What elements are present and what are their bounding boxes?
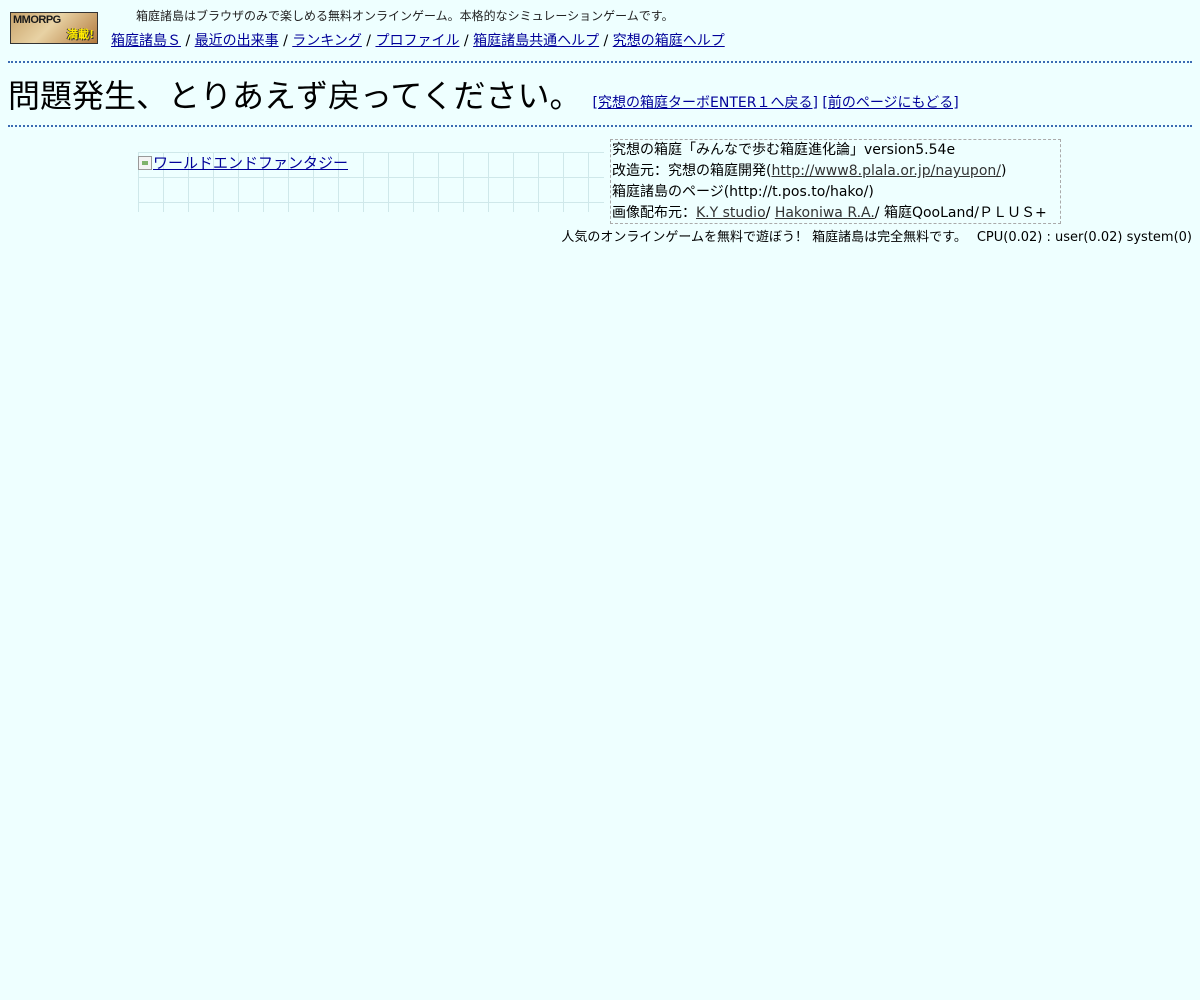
divider-top [8,61,1192,63]
nav-link-common-help[interactable]: 箱庭諸島共通ヘルプ [473,33,599,49]
credits-box: 究想の箱庭「みんなで歩む箱庭進化論」version5.54e 改造元：究想の箱庭… [610,139,1061,224]
back-to-turbo-link[interactable]: [究想の箱庭ターボENTER１へ戻る] [593,95,818,111]
footer: 人気のオンラインゲームを無料で遊ぼう！ 箱庭諸島は完全無料です。 CPU(0.02… [561,229,1192,247]
nav-separator: / [463,33,469,49]
error-heading: 問題発生、とりあえず戻ってください。 [究想の箱庭ターボENTER１へ戻る] [… [8,76,959,116]
credits-ky-studio-link[interactable]: K.Y studio [696,205,766,221]
ad-banner-alt-text: ワールドエンドファンタジー [153,154,349,172]
footer-cpu-stats: CPU(0.02) : user(0.02) system(0) [976,230,1192,245]
credits-hakoniwa-ra-link[interactable]: Hakoniwa R.A. [775,205,875,221]
banner-sub-text: 満載! [66,28,94,41]
credits-hako-page: 箱庭諸島のページ(http://t.pos.to/hako/) [612,184,874,200]
credits-image-separator: / [765,205,775,221]
nav-link-ranking[interactable]: ランキング [292,33,362,49]
site-tagline: 箱庭諸島はブラウザのみで楽しめる無料オンラインゲーム。本格的なシミュレーションゲ… [136,9,674,23]
credits-image-label: 画像配布元： [612,205,696,221]
credits-origin-label: 改造元：究想の箱庭開発( [612,163,772,179]
divider-bottom [8,125,1192,127]
footer-promo: 人気のオンラインゲームを無料で遊ぼう！ 箱庭諸島は完全無料です。 [561,230,967,245]
back-to-previous-link[interactable]: [前のページにもどる] [822,95,958,111]
credits-origin-link[interactable]: http://www8.plala.or.jp/nayupon/ [771,163,1001,179]
nav-separator: / [366,33,372,49]
nav-link-profile[interactable]: プロファイル [375,33,459,49]
nav-link-kyuso-help[interactable]: 究想の箱庭ヘルプ [613,33,725,49]
nav-separator: / [283,33,288,49]
ad-banner-link[interactable]: ワールドエンドファンタジー [138,152,348,174]
top-navigation: 箱庭諸島Ｓ / 最近の出来事 / ランキング / プロファイル / 箱庭諸島共通… [111,32,725,50]
credits-image-rest: / 箱庭QooLand/ＰＬＵＳ+ [874,205,1047,221]
broken-image-icon [138,156,152,170]
nav-link-hakoniwa-s[interactable]: 箱庭諸島Ｓ [111,33,181,49]
ad-banner-area: ワールドエンドファンタジー [138,152,604,212]
error-message: 問題発生、とりあえず戻ってください。 [8,77,582,115]
error-links: [究想の箱庭ターボENTER１へ戻る] [前のページにもどる] [593,95,959,111]
nav-separator: / [603,33,609,49]
nav-link-recent-events[interactable]: 最近の出来事 [195,33,279,49]
credits-origin-close: ) [1000,163,1007,179]
credits-origin: 改造元：究想の箱庭開発(http://www8.plala.or.jp/nayu… [612,161,1059,182]
credits-version: 究想の箱庭「みんなで歩む箱庭進化論」version5.54e [612,142,956,158]
banner-main-text: MMORPG [13,14,61,26]
mmorpg-banner-image[interactable]: MMORPG 満載! [10,12,98,44]
credits-images: 画像配布元：K.Y studio/ Hakoniwa R.A./ 箱庭QooLa… [612,203,1059,224]
nav-separator: / [185,33,191,49]
